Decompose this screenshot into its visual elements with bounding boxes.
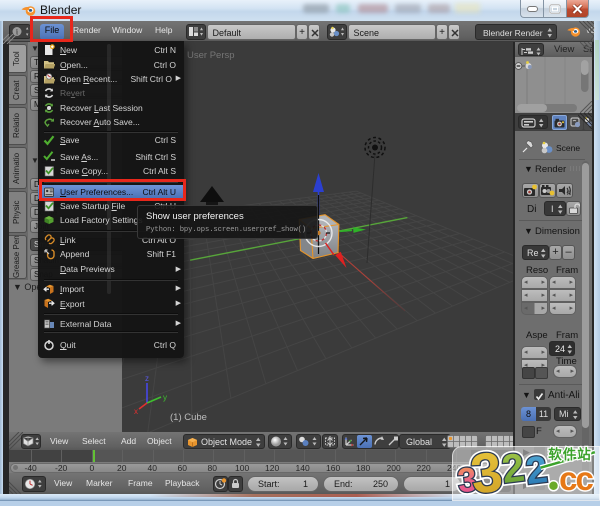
- svg-text:软件站: 软件站: [548, 446, 592, 462]
- svg-text:cc: cc: [559, 460, 593, 497]
- svg-text:A: A: [567, 191, 571, 197]
- svg-text:User Persp: User Persp: [187, 50, 235, 61]
- svg-text:y: y: [163, 393, 167, 402]
- svg-text:(1) Cube: (1) Cube: [170, 412, 207, 423]
- svg-text:x: x: [134, 407, 138, 416]
- svg-text:2: 2: [524, 449, 550, 493]
- svg-text:z: z: [145, 374, 149, 383]
